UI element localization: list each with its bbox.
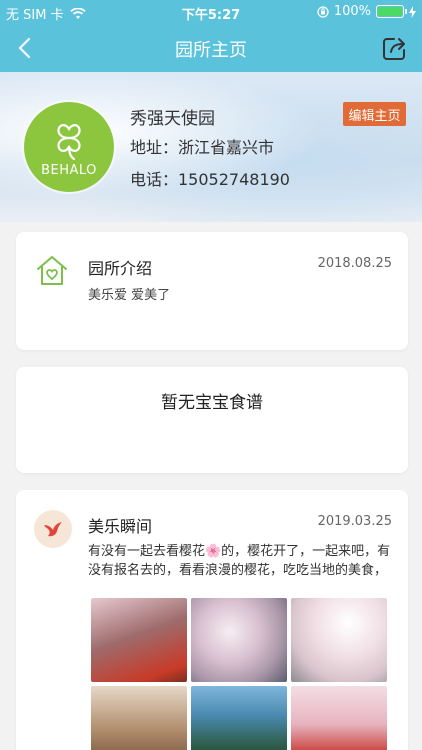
intro-description: 美乐爱 爱美了 — [88, 288, 171, 303]
moments-date: 2019.03.25 — [317, 514, 392, 529]
intro-title: 园所介绍 — [88, 259, 153, 278]
clover-icon — [57, 123, 81, 160]
school-name: 秀强天使园 — [130, 109, 215, 129]
intro-card[interactable]: 园所介绍 2018.08.25 美乐爱 爱美了 — [16, 232, 408, 350]
recipe-empty-message: 暂无宝宝食谱 — [161, 393, 263, 413]
school-logo: BEHALO — [24, 102, 114, 192]
share-icon — [383, 38, 405, 60]
nav-bar: 园所主页 — [0, 24, 422, 72]
battery-icon — [376, 5, 407, 18]
status-right: 100% — [317, 4, 416, 19]
moment-photo[interactable] — [291, 686, 387, 750]
moments-title: 美乐瞬间 — [88, 517, 153, 536]
moments-avatar — [34, 510, 72, 548]
charging-icon — [409, 5, 416, 18]
battery-fill — [378, 7, 402, 16]
moment-photo[interactable] — [191, 686, 287, 750]
photo-grid — [91, 598, 389, 750]
moments-card[interactable]: 美乐瞬间 2019.03.25 有没有一起去看樱花🌸的，樱花开了，一起来吧，有没… — [16, 490, 408, 750]
page-title: 园所主页 — [175, 40, 247, 61]
edit-homepage-button[interactable]: 编辑主页 — [343, 102, 406, 126]
school-phone[interactable]: 电话：15052748190 — [130, 166, 290, 190]
moment-photo[interactable] — [291, 598, 387, 682]
recipe-card[interactable]: 暂无宝宝食谱 — [16, 367, 408, 473]
bird-icon — [44, 522, 62, 537]
logo-text: BEHALO — [41, 162, 97, 178]
battery-percent: 100% — [333, 4, 371, 19]
share-button[interactable] — [380, 33, 410, 63]
status-bar: 无 SIM 卡 下午5:27 100% — [0, 0, 422, 24]
moment-photo[interactable] — [91, 686, 187, 750]
profile-header: BEHALO 秀强天使园 地址：浙江省嘉兴市 电话：15052748190 编辑… — [0, 72, 422, 222]
intro-date: 2018.08.25 — [317, 256, 392, 271]
moments-text: 有没有一起去看樱花🌸的，樱花开了，一起来吧，有没有报名去的，看看浪漫的樱花，吃吃… — [88, 544, 391, 578]
orientation-lock-icon — [317, 5, 329, 18]
house-heart-icon — [37, 256, 67, 285]
moment-photo[interactable] — [191, 598, 287, 682]
school-address: 地址：浙江省嘉兴市 — [130, 138, 275, 157]
moment-photo[interactable] — [91, 598, 187, 682]
